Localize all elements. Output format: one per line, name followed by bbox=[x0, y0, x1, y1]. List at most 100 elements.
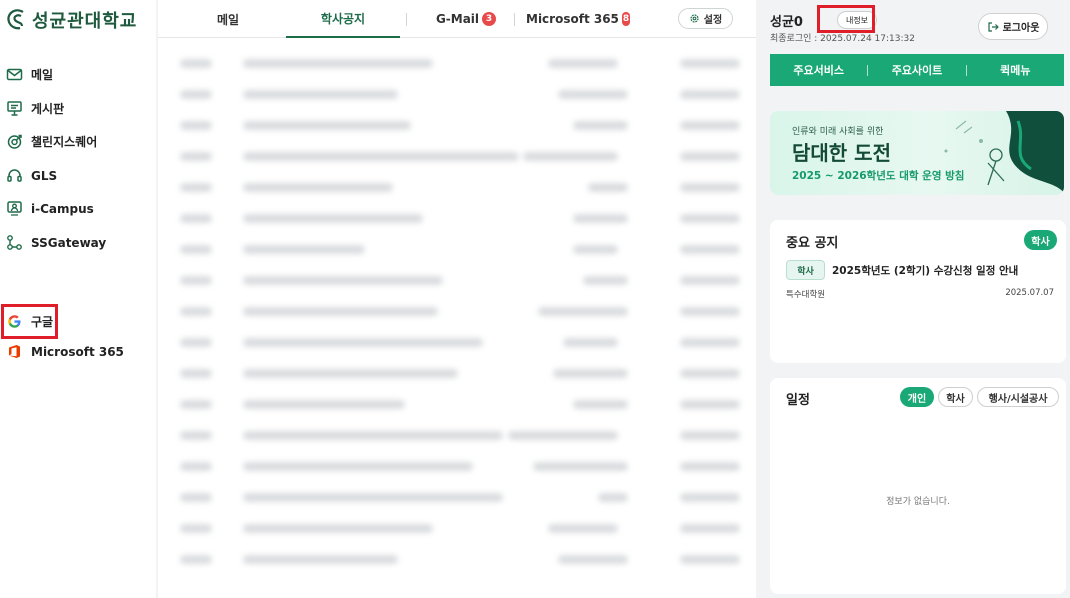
table-row[interactable] bbox=[158, 203, 756, 234]
table-row[interactable] bbox=[158, 451, 756, 482]
monitor-user-icon bbox=[7, 201, 22, 216]
highlight-box-my-info bbox=[817, 5, 875, 33]
sidebar-item-label: Microsoft 365 bbox=[31, 344, 124, 359]
blurred-text bbox=[243, 59, 433, 68]
blurred-text bbox=[680, 338, 740, 347]
sidebar-item-label: 챌린지스퀘어 bbox=[31, 135, 98, 149]
blurred-text bbox=[180, 369, 212, 378]
tab-bar: 메일 학사공지 G-Mail 3 Microsoft 365 8 설정 bbox=[158, 0, 756, 38]
blurred-text bbox=[243, 555, 398, 564]
sidebar-item-ssgateway[interactable]: SSGateway bbox=[6, 234, 106, 251]
blurred-text bbox=[180, 59, 212, 68]
table-row[interactable] bbox=[158, 234, 756, 265]
table-row[interactable] bbox=[158, 296, 756, 327]
blurred-text bbox=[180, 307, 212, 316]
blurred-text bbox=[548, 524, 618, 533]
blurred-text bbox=[573, 400, 628, 409]
blurred-text bbox=[180, 338, 212, 347]
blurred-text bbox=[563, 338, 618, 347]
important-notice-title: 중요 공지 bbox=[786, 236, 839, 251]
table-row[interactable] bbox=[158, 79, 756, 110]
tab-label: 학사공지 bbox=[320, 11, 366, 26]
table-row[interactable] bbox=[158, 110, 756, 141]
blurred-text bbox=[243, 524, 433, 533]
blurred-text bbox=[243, 431, 503, 440]
tab-mail[interactable]: 메일 bbox=[188, 0, 268, 38]
network-icon bbox=[7, 235, 22, 250]
table-row[interactable] bbox=[158, 482, 756, 513]
sidebar-item-challenge-square[interactable]: 챌린지스퀘어 bbox=[6, 133, 97, 150]
sidebar-item-board[interactable]: 게시판 bbox=[6, 100, 64, 117]
blurred-text bbox=[680, 183, 740, 192]
table-row[interactable] bbox=[158, 48, 756, 79]
right-panel: 성균0 내정보 최종로그인 : 2025.07.24 17:13:32 로그아웃… bbox=[762, 0, 1070, 598]
table-row[interactable] bbox=[158, 141, 756, 172]
board-icon bbox=[7, 101, 22, 116]
settings-button[interactable]: 설정 bbox=[678, 8, 733, 29]
blurred-text bbox=[180, 524, 212, 533]
notice-item-date: 2025.07.07 bbox=[1005, 288, 1054, 298]
blurred-text bbox=[680, 59, 740, 68]
table-row[interactable] bbox=[158, 389, 756, 420]
blurred-text bbox=[180, 90, 212, 99]
table-row[interactable] bbox=[158, 265, 756, 296]
blurred-text bbox=[680, 307, 740, 316]
notice-category-tag: 학사 bbox=[786, 260, 825, 280]
sidebar-item-label: GLS bbox=[31, 168, 58, 183]
settings-label: 설정 bbox=[703, 15, 723, 26]
blurred-text bbox=[180, 152, 212, 161]
blurred-text bbox=[680, 524, 740, 533]
tab-microsoft-365[interactable]: Microsoft 365 8 bbox=[526, 0, 630, 38]
important-notice-card: 중요 공지 학사 학사 2025학년도 (2학기) 수강신청 일정 안내 특수대… bbox=[770, 220, 1066, 363]
schedule-filter-academic[interactable]: 학사 bbox=[938, 387, 973, 407]
banner-line1: 인류와 미래 사회를 위한 bbox=[792, 127, 884, 137]
tab-divider bbox=[514, 13, 515, 26]
logo-text: 성균관대학교 bbox=[32, 11, 138, 32]
notice-filter-academic[interactable]: 학사 bbox=[1024, 230, 1057, 250]
university-logo[interactable]: 성균관대학교 bbox=[5, 7, 137, 33]
sidebar-item-i-campus[interactable]: i-Campus bbox=[6, 200, 94, 217]
blurred-text bbox=[243, 462, 473, 471]
table-row[interactable] bbox=[158, 358, 756, 389]
blurred-text bbox=[680, 462, 740, 471]
blurred-text bbox=[243, 121, 411, 130]
blurred-text bbox=[533, 462, 628, 471]
blurred-text bbox=[680, 276, 740, 285]
sidebar-item-mail[interactable]: 메일 bbox=[6, 66, 53, 83]
sidebar-item-microsoft-365[interactable]: Microsoft 365 bbox=[6, 343, 124, 360]
sidebar-item-gls[interactable]: GLS bbox=[6, 167, 57, 184]
logout-label: 로그아웃 bbox=[1002, 23, 1040, 34]
blurred-text bbox=[243, 400, 405, 409]
blurred-text bbox=[508, 431, 618, 440]
table-row[interactable] bbox=[158, 327, 756, 358]
blurred-text bbox=[243, 276, 443, 285]
table-row[interactable] bbox=[158, 513, 756, 544]
blurred-text bbox=[680, 369, 740, 378]
blurred-text bbox=[180, 245, 212, 254]
blurred-text bbox=[243, 90, 398, 99]
main-sites-link[interactable]: 주요사이트 bbox=[868, 62, 965, 78]
table-row[interactable] bbox=[158, 420, 756, 451]
sidebar-item-label: i-Campus bbox=[31, 201, 94, 216]
tab-label: 메일 bbox=[216, 12, 240, 27]
blurred-text bbox=[680, 90, 740, 99]
blurred-text bbox=[573, 121, 628, 130]
logout-button[interactable]: 로그아웃 bbox=[978, 13, 1048, 40]
blurred-text bbox=[180, 400, 212, 409]
table-row[interactable] bbox=[158, 544, 756, 575]
policy-banner[interactable]: 인류와 미래 사회를 위한 담대한 도전 2025 ~ 2026학년도 대학 운… bbox=[770, 111, 1064, 195]
schedule-title: 일정 bbox=[786, 393, 810, 408]
blurred-text bbox=[680, 400, 740, 409]
banner-headline: 담대한 도전 bbox=[792, 141, 891, 165]
schedule-filter-personal[interactable]: 개인 bbox=[900, 387, 934, 407]
quick-menu-link[interactable]: 퀵메뉴 bbox=[967, 62, 1064, 78]
schedule-filter-events[interactable]: 행사/시설공사 bbox=[977, 387, 1059, 407]
notice-item-title[interactable]: 2025학년도 (2학기) 수강신청 일정 안내 bbox=[832, 263, 1018, 278]
tab-academic-notice[interactable]: 학사공지 bbox=[286, 0, 400, 38]
main-services-link[interactable]: 주요서비스 bbox=[770, 62, 867, 78]
blurred-text bbox=[558, 90, 628, 99]
unread-badge: 3 bbox=[482, 12, 497, 26]
tab-g-mail[interactable]: G-Mail 3 bbox=[416, 0, 516, 38]
table-row[interactable] bbox=[158, 172, 756, 203]
blurred-text bbox=[588, 183, 628, 192]
